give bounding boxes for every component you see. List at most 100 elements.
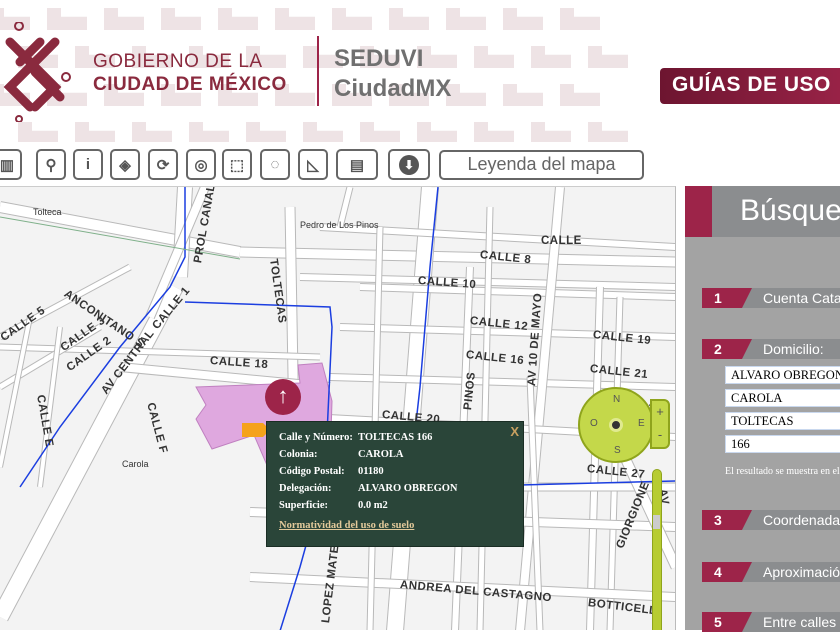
fret-tile xyxy=(389,8,429,30)
section-number: 5 xyxy=(702,612,752,632)
street-label-tolteca: Tolteca xyxy=(33,207,62,217)
colonia-input[interactable]: CAROLA xyxy=(725,389,840,407)
zoom-controls: + - xyxy=(650,399,670,449)
fret-tile xyxy=(446,8,486,30)
fret-tile xyxy=(531,122,571,142)
map-canvas[interactable]: Tolteca Pedro de Los Pinos PROL CANAL TOLTE… xyxy=(0,186,676,630)
fret-tile xyxy=(332,8,372,30)
legend-button[interactable]: Leyenda del mapa xyxy=(439,150,644,180)
section-label: Entre calles xyxy=(763,614,837,630)
gobierno-title: GOBIERNO DE LA CIUDAD DE MÉXICO xyxy=(93,50,287,96)
refresh-button[interactable]: ⟳ xyxy=(148,149,178,180)
fret-tile xyxy=(417,122,457,142)
cdmx-logo xyxy=(3,22,71,122)
guias-de-uso-button[interactable]: GUÍAS DE USO xyxy=(660,68,840,104)
divider xyxy=(317,36,319,106)
zoom-slider-thumb[interactable] xyxy=(653,515,660,529)
section-number: 1 xyxy=(702,288,752,308)
seduvi-title: SEDUVI CiudadMX xyxy=(334,44,451,104)
zoom-out-button[interactable]: - xyxy=(652,424,668,447)
compass-center[interactable] xyxy=(609,418,623,432)
zoom-slider[interactable] xyxy=(652,469,662,630)
pin-icon: ⚲ xyxy=(45,156,57,174)
fret-tile xyxy=(246,122,286,142)
search-section-4[interactable]: 4 Aproximación xyxy=(702,562,840,582)
zoom-in-button[interactable]: + xyxy=(652,401,668,424)
search-panel: Búsqueda 1 Cuenta Catastral 2 Domicilio: 3 Co… xyxy=(685,186,840,632)
info-popup: X Calle y Número: TOLTECAS 166 Colonia: CAR… xyxy=(266,421,524,547)
panel-title: Búsqueda xyxy=(740,194,840,227)
circle-select-button[interactable]: ◌ xyxy=(260,149,290,180)
title-accent xyxy=(685,186,712,237)
polygon-select-icon: ◺ xyxy=(307,156,319,174)
barcode-button[interactable]: ▥ xyxy=(0,149,22,180)
fret-tile xyxy=(275,8,315,30)
rect-select-button[interactable]: ⬚ xyxy=(222,149,252,180)
section-number: 2 xyxy=(702,339,752,359)
gob-line2: CIUDAD DE MÉXICO xyxy=(93,74,287,95)
street xyxy=(615,445,675,569)
location-button[interactable]: ◎ xyxy=(186,149,216,180)
layers-button[interactable]: ◈ xyxy=(110,149,140,180)
polygon-select-button[interactable]: ◺ xyxy=(298,149,328,180)
search-section-2[interactable]: 2 Domicilio: xyxy=(702,339,840,359)
close-popup-button[interactable]: X xyxy=(510,424,519,439)
section-label: Coordenadas xyxy=(763,512,840,528)
delegacion-input[interactable]: ALVARO OBREGON xyxy=(725,366,840,384)
street xyxy=(319,224,675,250)
location-icon: ◎ xyxy=(194,156,208,174)
calle-input[interactable]: TOLTECAS xyxy=(725,412,840,430)
panel-title-bar: Búsqueda xyxy=(685,186,840,237)
fret-tile xyxy=(474,122,514,142)
street-label-pedro: Pedro de Los Pinos xyxy=(300,220,379,230)
fret-tile xyxy=(104,8,144,30)
fret-tile xyxy=(218,8,258,30)
popup-row: Código Postal: 01180 xyxy=(279,466,523,483)
section-number: 3 xyxy=(702,510,752,530)
fret-tile xyxy=(503,8,543,30)
location-arrow-marker[interactable]: ↑ xyxy=(265,379,301,415)
site-header: GOBIERNO DE LA CIUDAD DE MÉXICO SEDUVI Ciu… xyxy=(0,0,840,142)
numero-input[interactable]: 166 xyxy=(725,435,840,453)
fret-tile xyxy=(161,8,201,30)
print-button[interactable]: ▤ xyxy=(336,149,378,180)
fret-tile xyxy=(446,84,486,106)
rect-select-icon: ⬚ xyxy=(229,156,245,174)
normatividad-link[interactable]: Normatividad del uso de suelo xyxy=(279,520,523,531)
pan-compass[interactable]: N S E O xyxy=(578,387,654,463)
popup-key: Calle y Número: xyxy=(279,432,353,443)
popup-row: Calle y Número: TOLTECAS 166 xyxy=(279,432,523,449)
gob-line1: GOBIERNO DE LA xyxy=(93,51,263,72)
fret-tile xyxy=(132,122,172,142)
search-section-1[interactable]: 1 Cuenta Catastral xyxy=(702,288,840,308)
pan-north[interactable]: N xyxy=(613,394,620,405)
pan-east[interactable]: E xyxy=(638,418,645,429)
search-section-5[interactable]: 5 Entre calles xyxy=(702,612,840,632)
pan-south[interactable]: S xyxy=(614,445,621,456)
seduvi: SEDUVI xyxy=(334,45,424,72)
download-button[interactable]: ⬇ xyxy=(388,149,430,180)
search-section-3[interactable]: 3 Coordenadas xyxy=(702,510,840,530)
fret-tile xyxy=(531,46,571,68)
section-label: Cuenta Catastral xyxy=(763,290,840,306)
print-icon: ▤ xyxy=(349,156,365,174)
ciudadmx: CiudadMX xyxy=(334,75,452,102)
popup-row: Delegación: ALVARO OBREGON xyxy=(279,483,523,500)
pan-west[interactable]: O xyxy=(590,418,598,429)
popup-key: Delegación: xyxy=(279,483,332,494)
fret-tile xyxy=(560,8,600,30)
fret-tile xyxy=(588,122,628,142)
popup-value: TOLTECAS 166 xyxy=(358,432,433,443)
popup-row: Superficie: 0.0 m2 xyxy=(279,500,523,517)
section-number: 4 xyxy=(702,562,752,582)
result-note: El resultado se muestra en el mapa xyxy=(725,466,840,477)
popup-key: Colonia: xyxy=(279,449,318,460)
pin-button[interactable]: ⚲ xyxy=(36,149,66,180)
fret-tile xyxy=(189,122,229,142)
popup-value: CAROLA xyxy=(358,449,404,460)
info-button[interactable]: i xyxy=(73,149,103,180)
popup-row: Colonia: CAROLA xyxy=(279,449,523,466)
circle-select-icon: ◌ xyxy=(270,156,280,173)
fret-tile xyxy=(360,122,400,142)
layers-icon: ◈ xyxy=(119,156,131,174)
